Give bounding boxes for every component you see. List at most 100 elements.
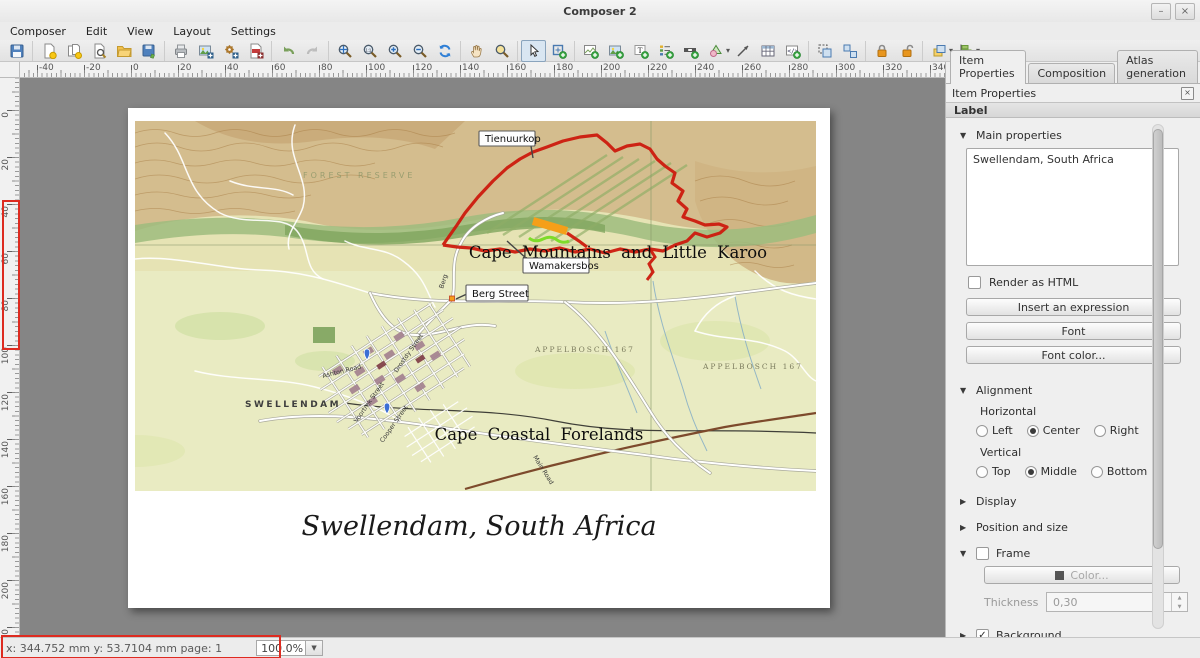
background-checkbox[interactable]: ✓ — [976, 629, 989, 637]
section-main-properties[interactable]: ▼ Main properties — [960, 129, 1200, 142]
radio-bottom[interactable] — [1091, 466, 1103, 478]
add-arrow-button[interactable] — [730, 40, 755, 62]
ungroup-items-icon — [842, 43, 858, 59]
radio-top[interactable] — [976, 466, 988, 478]
font-button[interactable]: Font — [966, 322, 1181, 340]
zoom-out-button[interactable] — [407, 40, 432, 62]
add-basic-shape-button[interactable] — [703, 40, 728, 62]
zoom-actual-size-button[interactable]: 1:1 — [357, 40, 382, 62]
pan-icon — [469, 43, 485, 59]
duplicate-composition-button[interactable] — [61, 40, 86, 62]
ruler-label: 300 — [838, 63, 855, 73]
add-new-scalebar-button[interactable] — [678, 40, 703, 62]
render-as-html-checkbox[interactable]: ✓ — [968, 276, 981, 289]
move-item-content-button[interactable] — [546, 40, 571, 62]
tab-composition[interactable]: Composition — [1028, 63, 1115, 83]
thickness-spinbox[interactable]: 0,30 ▲ ▼ — [1046, 592, 1188, 612]
horizontal-ruler: -40-200204060801001201401601802002202402… — [20, 62, 945, 78]
redo-button[interactable] — [300, 40, 325, 62]
composition-canvas[interactable]: FOREST RESERVE APPELBOSCH 167 APPELBOSCH… — [20, 78, 945, 637]
label-item[interactable]: Swellendam, South Africa — [128, 511, 830, 542]
zoom-full-button[interactable] — [332, 40, 357, 62]
vertical-ruler: 020406080100120140160180200220 — [0, 78, 20, 637]
add-html-frame-button[interactable]: </> — [780, 40, 805, 62]
refresh-view-button[interactable] — [432, 40, 457, 62]
label-text-input[interactable]: Swellendam, South Africa — [966, 148, 1179, 266]
print-icon — [173, 43, 189, 59]
frame-color-button[interactable]: Color... — [984, 566, 1180, 584]
ruler-label: 0 — [1, 112, 11, 118]
minimize-button[interactable]: – — [1151, 3, 1171, 20]
ruler-corner — [0, 62, 20, 78]
undo-icon — [280, 43, 296, 59]
open-template-button[interactable] — [111, 40, 136, 62]
manage-compositions-button[interactable] — [86, 40, 111, 62]
unlock-all-items-button[interactable] — [894, 40, 919, 62]
panel-scrollbar[interactable] — [1152, 124, 1164, 629]
map-label-appelbosch-2: APPELBOSCH 167 — [702, 362, 803, 371]
radio-label-center: Center — [1043, 424, 1080, 437]
group-items-button[interactable] — [812, 40, 837, 62]
tab-atlas-generation[interactable]: Atlas generation — [1117, 50, 1198, 83]
frame-checkbox[interactable]: ✓ — [976, 547, 989, 560]
export-as-svg-button[interactable] — [218, 40, 243, 62]
render-as-html-row[interactable]: ✓ Render as HTML — [968, 276, 1200, 289]
tab-item-properties[interactable]: Item Properties — [950, 50, 1026, 84]
menu-settings[interactable]: Settings — [221, 24, 286, 39]
composition-page[interactable]: FOREST RESERVE APPELBOSCH 167 APPELBOSCH… — [128, 108, 830, 608]
section-background[interactable]: ▶ ✓ Background — [960, 629, 1200, 637]
menu-composer[interactable]: Composer — [0, 24, 76, 39]
radio-right[interactable] — [1094, 425, 1106, 437]
export-as-image-button[interactable] — [193, 40, 218, 62]
save-as-template-button[interactable] — [136, 40, 161, 62]
add-image-button[interactable] — [603, 40, 628, 62]
font-color-button[interactable]: Font color... — [966, 346, 1181, 364]
export-as-pdf-button[interactable] — [243, 40, 268, 62]
add-new-label-button[interactable]: T — [628, 40, 653, 62]
raise-selected-items-button[interactable] — [926, 40, 951, 62]
panel-close-icon[interactable]: × — [1181, 87, 1194, 100]
close-button[interactable]: × — [1175, 3, 1195, 20]
section-display[interactable]: ▶ Display — [960, 495, 1200, 508]
expand-arrow-icon: ▶ — [960, 523, 969, 532]
print-button[interactable] — [168, 40, 193, 62]
new-composition-button[interactable] — [36, 40, 61, 62]
item-type-header: Label — [946, 102, 1200, 118]
select-move-item-button[interactable] — [521, 40, 546, 62]
spin-up-icon[interactable]: ▲ — [1172, 593, 1187, 602]
spin-down-icon[interactable]: ▼ — [1172, 602, 1187, 611]
save-project-button[interactable] — [4, 40, 29, 62]
open-template-icon — [116, 43, 132, 59]
undo-button[interactable] — [275, 40, 300, 62]
svg-text:Wamakersbos: Wamakersbos — [529, 261, 599, 272]
add-new-map-button[interactable] — [578, 40, 603, 62]
zoom-region-button[interactable] — [489, 40, 514, 62]
radio-middle[interactable] — [1025, 466, 1037, 478]
ungroup-items-button[interactable] — [837, 40, 862, 62]
window-title: Composer 2 — [563, 5, 636, 18]
menu-view[interactable]: View — [117, 24, 163, 39]
radio-left[interactable] — [976, 425, 988, 437]
radio-label-top: Top — [992, 465, 1011, 478]
pan-button[interactable] — [464, 40, 489, 62]
section-alignment[interactable]: ▼ Alignment — [960, 384, 1200, 397]
zoom-combobox[interactable]: 100.0% ▼ — [256, 640, 323, 656]
add-new-legend-button[interactable] — [653, 40, 678, 62]
add-attribute-table-icon — [760, 43, 776, 59]
zoom-in-button[interactable] — [382, 40, 407, 62]
radio-center[interactable] — [1027, 425, 1039, 437]
panel-scrollbar-thumb[interactable] — [1153, 129, 1163, 549]
section-position-and-size[interactable]: ▶ Position and size — [960, 521, 1200, 534]
menu-layout[interactable]: Layout — [163, 24, 220, 39]
map-item[interactable]: FOREST RESERVE APPELBOSCH 167 APPELBOSCH… — [135, 121, 816, 491]
section-frame[interactable]: ▼ ✓ Frame — [960, 547, 1200, 560]
ruler-label: 80 — [321, 63, 332, 73]
zoom-value[interactable]: 100.0% — [256, 640, 306, 656]
lock-selected-items-button[interactable] — [869, 40, 894, 62]
insert-expression-button[interactable]: Insert an expression — [966, 298, 1181, 316]
ruler-label: 200 — [1, 582, 11, 599]
add-attribute-table-button[interactable] — [755, 40, 780, 62]
menu-edit[interactable]: Edit — [76, 24, 117, 39]
composer-window: Composer 2 – × ComposerEditViewLayoutSet… — [0, 0, 1200, 658]
zoom-dropdown-icon[interactable]: ▼ — [306, 640, 323, 656]
